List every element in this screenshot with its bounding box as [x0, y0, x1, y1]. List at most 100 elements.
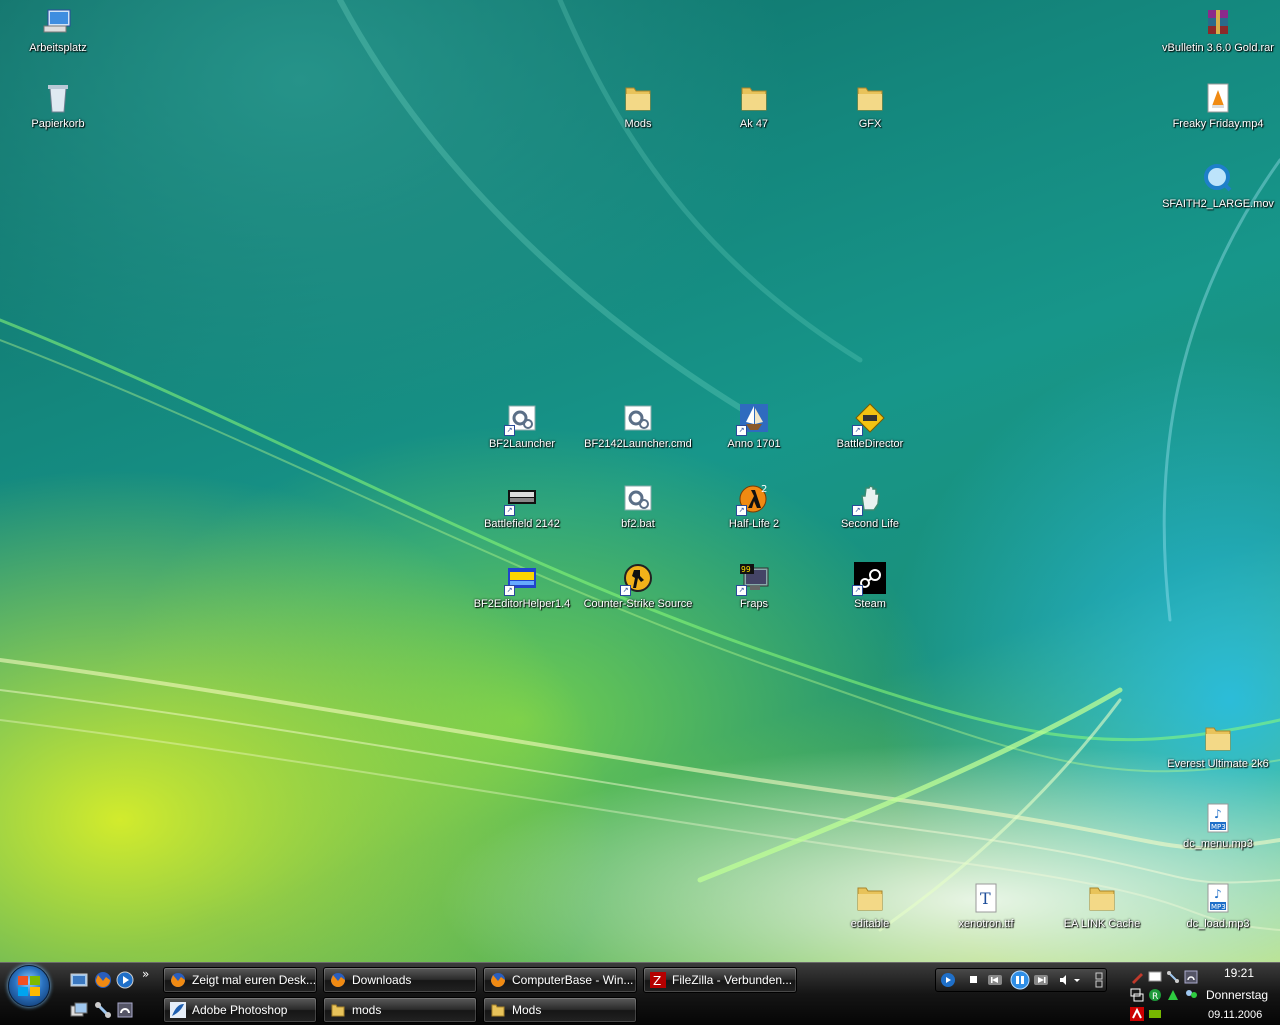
desktop-icon-sfaith2-mov[interactable]: SFAITH2_LARGE.mov	[1160, 162, 1276, 211]
quicklaunch-network-icon[interactable]	[94, 1001, 112, 1019]
desktop-icon-freaky-friday[interactable]: Freaky Friday.mp4	[1160, 82, 1276, 131]
folder-icon	[1086, 882, 1118, 914]
desktop-icon-label: vBulletin 3.6.0 Gold.rar	[1162, 42, 1274, 54]
desktop-icon-bf2launcher[interactable]: ↗ BF2Launcher	[464, 402, 580, 451]
desktop-icon-bf2142launcher-cmd[interactable]: BF2142Launcher.cmd	[580, 402, 696, 451]
folder-icon	[738, 82, 770, 114]
tray-users-icon[interactable]	[1184, 987, 1198, 1001]
task-button-filezilla[interactable]: Z FileZilla - Verbunden...	[643, 967, 797, 993]
desktop-icon-label: Steam	[854, 598, 886, 610]
desktop-icon-ea-link-cache[interactable]: EA LINK Cache	[1044, 882, 1160, 931]
windows-logo-icon	[18, 976, 40, 996]
desktop-icon-anno-1701[interactable]: ↗ Anno 1701	[696, 402, 812, 451]
quicklaunch-media-player-icon[interactable]	[116, 971, 134, 989]
desktop-icon-label: Counter-Strike Source	[583, 598, 693, 610]
tray-update-icon[interactable]: R	[1148, 987, 1162, 1002]
quicklaunch-headset-icon[interactable]	[116, 1001, 134, 1019]
filezilla-icon: Z	[650, 972, 666, 988]
desktop[interactable]: Arbeitsplatz Papierkorb Mods Ak 47 GFX v…	[0, 0, 1280, 962]
desktop-icon-steam[interactable]: ↗ Steam	[812, 562, 928, 611]
firefox-icon	[171, 973, 185, 987]
task-button-zeigt-mal[interactable]: Zeigt mal euren Desk...	[163, 967, 317, 993]
shortcut-arrow-icon: ↗	[736, 505, 747, 516]
desktop-icon-second-life[interactable]: ↗ Second Life	[812, 482, 928, 531]
task-button-downloads[interactable]: Downloads	[323, 967, 477, 993]
shortcut-arrow-icon: ↗	[504, 585, 515, 596]
svg-text:2: 2	[761, 484, 767, 495]
desktop-icon-battlefield-2142[interactable]: ↗ Battlefield 2142	[464, 482, 580, 531]
anno-ship-icon: ↗	[736, 402, 770, 436]
desktop-icon-mods[interactable]: Mods	[580, 82, 696, 131]
desktop-icon-vbulletin-rar[interactable]: vBulletin 3.6.0 Gold.rar	[1160, 6, 1276, 55]
desktop-icon-label: Half-Life 2	[728, 518, 780, 530]
desktop-icon-bf2editorhelper[interactable]: ↗ BF2EditorHelper1.4	[464, 562, 580, 611]
vlc-media-file-icon	[1202, 82, 1234, 114]
desktop-icon-counter-strike-source[interactable]: ↗ Counter-Strike Source	[580, 562, 696, 611]
task-button-mods-lower[interactable]: mods	[323, 997, 477, 1023]
recycle-bin-icon	[42, 82, 74, 114]
folder-icon	[1202, 722, 1234, 754]
half-life-lambda-icon: 2 ↗	[736, 482, 770, 516]
desktop-icon-label: GFX	[858, 118, 882, 130]
gear-file-icon	[622, 402, 654, 434]
gear-file-icon: ↗	[504, 402, 538, 436]
tray-headset-icon[interactable]	[1184, 969, 1198, 984]
quicklaunch-show-desktop-icon[interactable]	[70, 971, 88, 989]
shortcut-arrow-icon: ↗	[504, 505, 515, 516]
tray-network-icon[interactable]	[1166, 969, 1180, 983]
clock-date[interactable]: 09.11.2006	[1208, 1009, 1262, 1021]
battlefield-2142-icon: ↗	[504, 482, 538, 516]
folder-icon	[331, 1004, 345, 1017]
tray-safely-remove-icon[interactable]	[1166, 987, 1180, 1001]
desktop-icon-label: Freaky Friday.mp4	[1172, 118, 1264, 130]
desktop-icon-label: bf2.bat	[621, 518, 655, 530]
start-button[interactable]	[8, 965, 50, 1007]
desktop-icon-ak47[interactable]: Ak 47	[696, 82, 812, 131]
desktop-icon-papierkorb[interactable]: Papierkorb	[0, 82, 116, 131]
fraps-monitor-icon: 99 ↗	[736, 562, 770, 596]
desktop-icon-half-life-2[interactable]: 2 ↗ Half-Life 2	[696, 482, 812, 531]
clock-time[interactable]: 19:21	[1224, 966, 1254, 980]
tray-pen-icon[interactable]	[1130, 969, 1144, 984]
desktop-icon-dc-menu-mp3[interactable]: ♪ MP3 dc_menu.mp3	[1160, 802, 1276, 851]
task-button-label: ComputerBase - Win...	[512, 973, 634, 987]
desktop-icon-label: Anno 1701	[727, 438, 781, 450]
desktop-icon-label: xenotron.ttf	[958, 918, 1014, 930]
tray-display-icon[interactable]	[1130, 987, 1144, 1002]
volume-icon	[1060, 975, 1080, 985]
desktop-icon-fraps[interactable]: 99 ↗ Fraps	[696, 562, 812, 611]
quicklaunch-switch-windows-icon[interactable]	[70, 1001, 88, 1019]
media-player-toolbar	[935, 968, 1107, 992]
quicklaunch-firefox-icon[interactable]	[94, 971, 112, 989]
tray-antivirus-icon[interactable]	[1130, 1006, 1144, 1021]
tray-monitor-icon[interactable]	[1148, 969, 1162, 983]
desktop-icon-dc-load-mp3[interactable]: ♪ MP3 dc_load.mp3	[1160, 882, 1276, 931]
task-button-photoshop[interactable]: Adobe Photoshop	[163, 997, 317, 1023]
folder-icon	[491, 1004, 505, 1017]
gear-file-icon	[622, 482, 654, 514]
desktop-icon-label: Everest Ultimate 2k6	[1167, 758, 1269, 770]
task-button-label: mods	[352, 1003, 382, 1017]
battledirector-icon: ↗	[852, 402, 886, 436]
desktop-icon-battledirector[interactable]: ↗ BattleDirector	[812, 402, 928, 451]
task-button-mods[interactable]: Mods	[483, 997, 637, 1023]
firefox-icon	[331, 973, 345, 987]
desktop-icon-arbeitsplatz[interactable]: Arbeitsplatz	[0, 6, 116, 55]
desktop-icon-xenotron-ttf[interactable]: T xenotron.ttf	[928, 882, 1044, 931]
desktop-icon-label: editable	[850, 918, 890, 930]
desktop-icon-editable[interactable]: editable	[812, 882, 928, 931]
task-button-computerbase[interactable]: ComputerBase - Win...	[483, 967, 637, 993]
desktop-icon-everest[interactable]: Everest Ultimate 2k6	[1160, 722, 1276, 771]
desktop-icon-label: Fraps	[739, 598, 769, 610]
system-tray: R 19:21 Donnerstag 09.11.2006	[1122, 963, 1280, 1025]
quicklaunch-chevron[interactable]: »	[142, 967, 160, 985]
svg-text:R: R	[1152, 992, 1158, 1002]
desktop-icon-label: BF2142Launcher.cmd	[584, 438, 692, 450]
folder-icon	[854, 882, 886, 914]
desktop-icon-bf2-bat[interactable]: bf2.bat	[580, 482, 696, 531]
clock-day[interactable]: Donnerstag	[1206, 988, 1268, 1002]
steam-icon: ↗	[852, 562, 886, 596]
desktop-icon-gfx[interactable]: GFX	[812, 82, 928, 131]
tray-nvidia-icon[interactable]	[1148, 1006, 1162, 1020]
firefox-icon	[491, 973, 505, 987]
